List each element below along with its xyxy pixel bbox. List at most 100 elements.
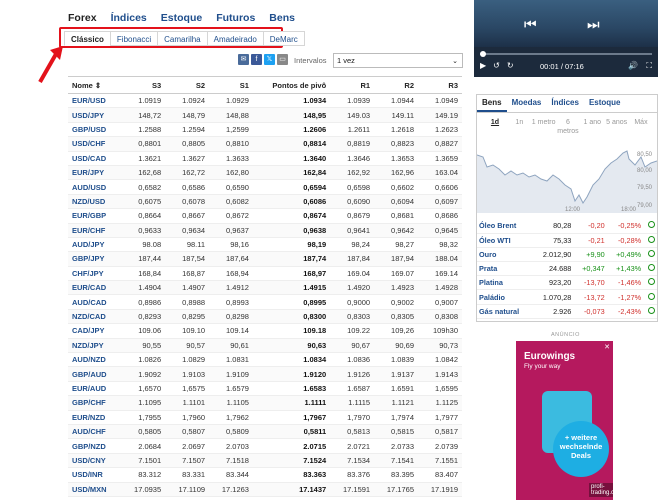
- range-max[interactable]: Máx: [629, 118, 653, 136]
- fullscreen-icon[interactable]: ⛶: [646, 61, 652, 71]
- pair-link[interactable]: GBP/JPY: [68, 251, 122, 267]
- facebook-icon[interactable]: f: [251, 54, 262, 65]
- pair-link[interactable]: CHF/JPY: [68, 266, 122, 282]
- pair-link[interactable]: CAD/JPY: [68, 323, 122, 339]
- widget-tab-moedas[interactable]: Moedas: [507, 95, 547, 112]
- pair-link[interactable]: USD/CHF: [68, 136, 122, 152]
- pair-link[interactable]: EUR/NZD: [68, 410, 122, 425]
- pair-link[interactable]: AUD/NZD: [68, 352, 122, 368]
- pair-link[interactable]: USD/JPY: [68, 107, 122, 123]
- volume-icon[interactable]: 🔊: [628, 61, 638, 71]
- tab-estoque[interactable]: Estoque: [161, 12, 202, 24]
- pair-link[interactable]: AUD/USD: [68, 179, 122, 195]
- level-value: 1.9137: [374, 366, 418, 382]
- level-value: 0,5813: [330, 424, 375, 440]
- twitter-icon[interactable]: 𝕏: [264, 54, 275, 65]
- widget-tab-bens[interactable]: Bens: [477, 95, 507, 112]
- message-icon[interactable]: ▭: [277, 54, 288, 65]
- tab-futuros[interactable]: Futuros: [216, 12, 255, 24]
- pivot-value: 0,9638: [252, 223, 331, 238]
- level-value: 1.4928: [418, 280, 462, 296]
- tab-fibonacci[interactable]: Fibonacci: [109, 31, 158, 46]
- tab-indices[interactable]: Índices: [111, 12, 147, 24]
- advertisement[interactable]: ✕ Eurowings Fly your way + weitere wechs…: [516, 341, 613, 500]
- tab-amadeirado[interactable]: Amadeirado: [206, 31, 263, 46]
- pair-link[interactable]: USD/CAD: [68, 151, 122, 166]
- pair-link[interactable]: USD/ZAR: [68, 496, 122, 500]
- close-icon[interactable]: ✕: [604, 343, 610, 351]
- pair-link[interactable]: AUD/CAD: [68, 294, 122, 310]
- pair-link[interactable]: EUR/JPY: [68, 165, 122, 181]
- email-icon[interactable]: ✉: [238, 54, 249, 65]
- pair-link[interactable]: GBP/NZD: [68, 438, 122, 454]
- col-nome[interactable]: Nome ⇕: [68, 76, 122, 94]
- level-value: 1.0829: [165, 352, 210, 368]
- pair-link[interactable]: EUR/AUD: [68, 381, 122, 397]
- pair-link[interactable]: GBP/USD: [68, 122, 122, 138]
- previous-icon[interactable]: ⏮: [524, 16, 537, 33]
- pair-link[interactable]: EUR/CAD: [68, 280, 122, 296]
- pair-link[interactable]: USD/MXN: [68, 482, 122, 497]
- range-1m[interactable]: 1 metro: [532, 118, 556, 136]
- video-player[interactable]: ⏮ ⏭ ▶ ↺ ↻ 00:01 / 07:16 🔊 ⛶: [474, 0, 658, 77]
- pair-link[interactable]: EUR/USD: [68, 93, 122, 109]
- level-value: 98.11: [165, 237, 210, 253]
- tab-demarc[interactable]: DeMarc: [262, 31, 305, 46]
- range-1n[interactable]: 1n: [507, 118, 531, 136]
- level-value: 1.1121: [374, 395, 418, 411]
- ad-tagline: Fly your way: [524, 363, 561, 370]
- interval-select[interactable]: 1 vez ⌄: [333, 53, 463, 68]
- range-6m[interactable]: 6 metros: [556, 118, 580, 136]
- range-1y[interactable]: 1 ano: [580, 118, 604, 136]
- level-value: 0,8801: [121, 136, 166, 152]
- table-row: NZD/CAD 0,8293 0,8295 0,8298 0,8300 0,8303 0,8…: [68, 309, 462, 325]
- table-row: GBP/USD 1.2588 1.2594 1,2599 1.2606 1.2611 1.2…: [68, 122, 462, 138]
- level-value: 90,73: [418, 338, 462, 354]
- pair-link[interactable]: AUD/CHF: [68, 424, 122, 440]
- list-item: Paládio 1.070,28 -13,72 -1,27%: [477, 289, 657, 305]
- clock-icon: [648, 235, 655, 243]
- pair-link[interactable]: NZD/USD: [68, 194, 122, 210]
- commodity-name[interactable]: Paládio: [477, 289, 533, 305]
- pair-link[interactable]: EUR/GBP: [68, 208, 122, 224]
- category-tabs: Forex Índices Estoque Futuros Bens: [68, 12, 295, 24]
- level-value: 1.4920: [330, 280, 375, 296]
- next-icon[interactable]: ⏭: [587, 16, 600, 33]
- pair-link[interactable]: GBP/CHF: [68, 395, 122, 411]
- tab-forex[interactable]: Forex: [68, 12, 97, 24]
- widget-tab-indices[interactable]: Índices: [546, 95, 584, 112]
- commodity-name[interactable]: Ouro: [477, 247, 533, 263]
- commodity-price: 2.926: [532, 304, 574, 319]
- commodity-name[interactable]: Platina: [477, 275, 533, 291]
- commodity-name[interactable]: Óleo WTI: [477, 233, 533, 248]
- pair-link[interactable]: USD/INR: [68, 467, 122, 483]
- forward-icon[interactable]: ↻: [507, 61, 514, 70]
- commodity-name[interactable]: Óleo Brent: [477, 219, 533, 234]
- range-5y[interactable]: 5 anos: [605, 118, 629, 136]
- tab-camarilha[interactable]: Camarilha: [157, 31, 207, 46]
- video-progress-bar[interactable]: [480, 51, 652, 57]
- pair-link[interactable]: NZD/JPY: [68, 338, 122, 354]
- play-icon[interactable]: ▶: [480, 61, 486, 70]
- tab-bens[interactable]: Bens: [269, 12, 295, 24]
- rewind-icon[interactable]: ↺: [493, 61, 500, 70]
- pair-link[interactable]: USD/CNY: [68, 453, 122, 469]
- pair-link[interactable]: GBP/AUD: [68, 366, 122, 382]
- pair-link[interactable]: NZD/CAD: [68, 309, 122, 325]
- tab-classico[interactable]: Clássico: [64, 31, 110, 46]
- progress-handle[interactable]: [480, 51, 486, 57]
- level-value: 0,9007: [418, 294, 462, 310]
- commodity-name[interactable]: Prata: [477, 261, 533, 277]
- level-value: 0,6602: [374, 179, 418, 195]
- pair-link[interactable]: AUD/JPY: [68, 237, 122, 253]
- level-value: 109,26: [374, 323, 418, 339]
- widget-tab-estoque[interactable]: Estoque: [584, 95, 626, 112]
- level-value: 0,6075: [121, 194, 166, 210]
- commodity-change: -0,073: [573, 304, 607, 319]
- commodity-pct: -2,43%: [606, 304, 644, 319]
- pivot-value: 162,84: [252, 165, 331, 181]
- table-row: AUD/NZD 1.0826 1.0829 1.0831 1.0834 1.0836 1.0…: [68, 352, 462, 368]
- pair-link[interactable]: EUR/CHF: [68, 223, 122, 238]
- range-1d[interactable]: 1d: [483, 118, 507, 136]
- commodity-name[interactable]: Gás natural: [477, 304, 533, 319]
